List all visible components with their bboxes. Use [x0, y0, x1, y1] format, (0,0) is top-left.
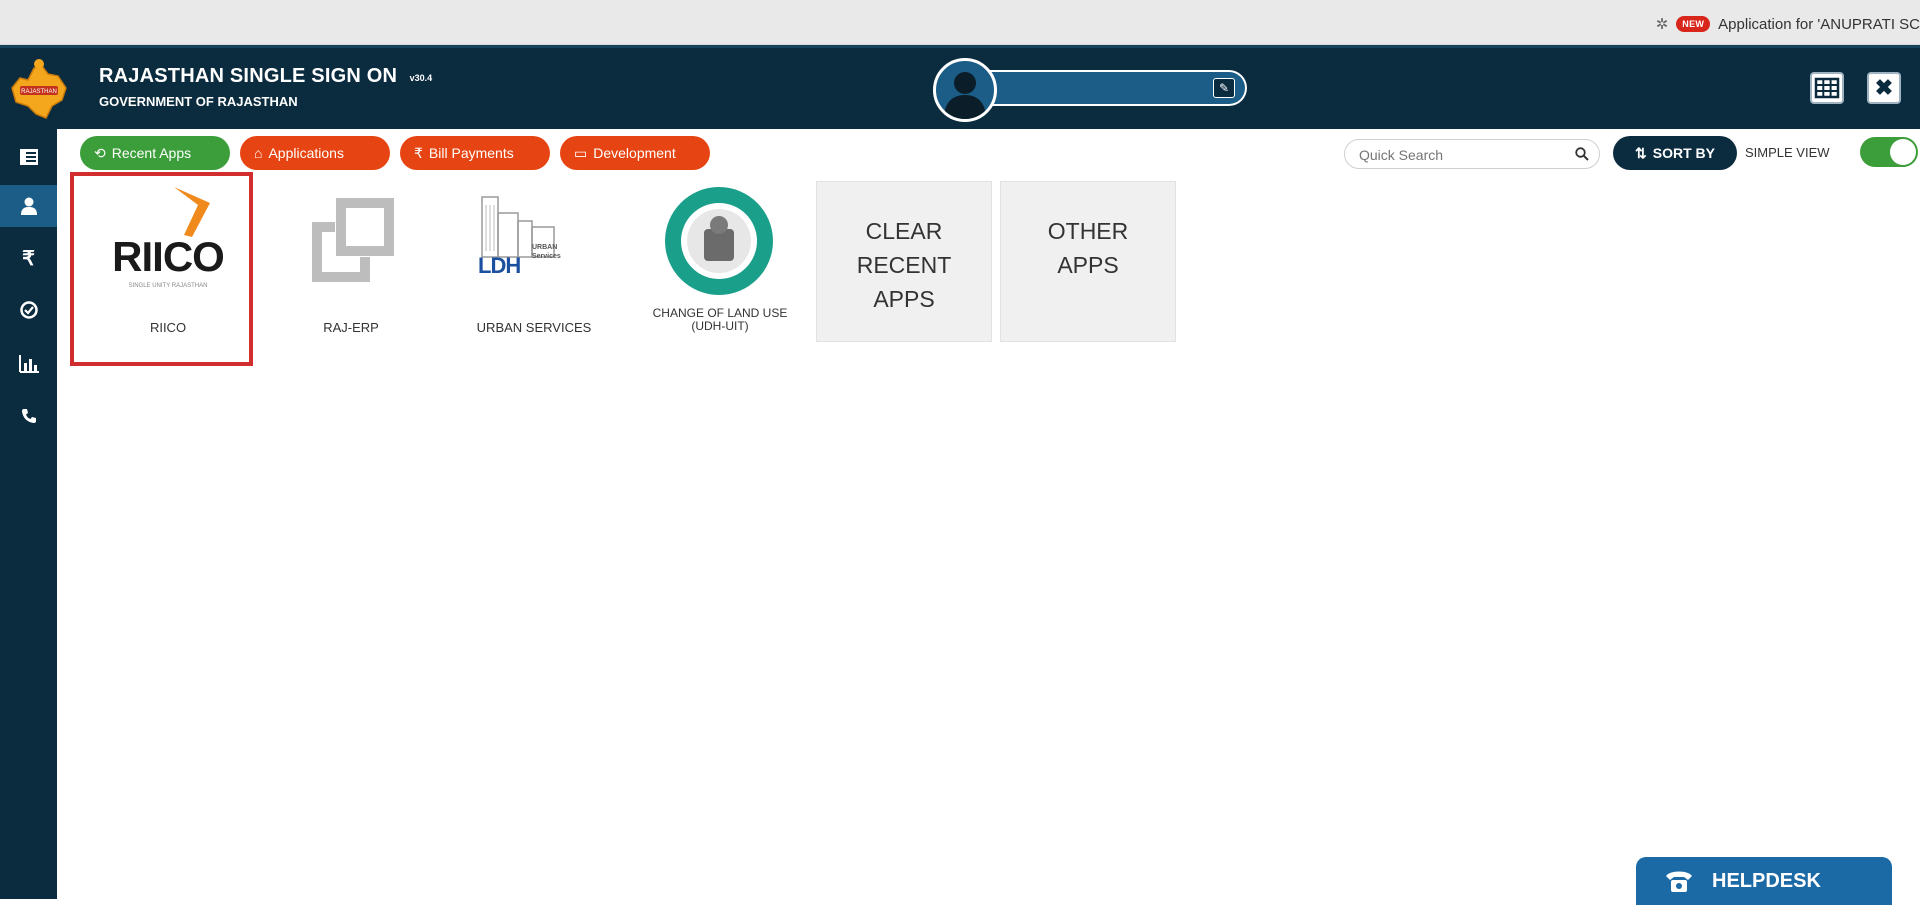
other-apps-button[interactable]: OTHER APPS [1000, 181, 1176, 342]
rupee-icon: ₹ [414, 144, 423, 161]
search-icon[interactable] [1575, 147, 1589, 161]
clear-line-3: APPS [873, 286, 935, 312]
app-title: RAJASTHAN SINGLE SIGN ON [99, 65, 398, 87]
tab-label: Recent Apps [111, 145, 192, 161]
sidebar-item-menu[interactable] [0, 136, 57, 178]
tab-recent-apps[interactable]: ⟲ Recent Apps [80, 136, 230, 170]
history-icon: ⟲ [94, 144, 106, 161]
windows-stack-icon [312, 198, 394, 282]
gear-icon: ✲ [1655, 16, 1669, 33]
user-icon [20, 197, 37, 215]
list-icon [19, 149, 38, 165]
app-name-line2: (UDH-UIT) [691, 319, 749, 333]
sort-icon: ⇅ [1635, 144, 1647, 161]
home-icon: ⌂ [254, 145, 263, 161]
clear-line-2: RECENT [856, 252, 952, 278]
tab-label: Applications [268, 145, 344, 161]
app-name: URBAN SERVICES [476, 320, 592, 335]
grid-icon [1814, 77, 1840, 99]
tab-development[interactable]: ▭ Development [560, 136, 710, 170]
tab-applications[interactable]: ⌂ Applications [240, 136, 390, 170]
highlight-box [70, 172, 253, 366]
sidebar: ₹ [0, 129, 57, 899]
sidebar-item-payments[interactable]: ₹ [0, 237, 57, 279]
search-input[interactable] [1359, 145, 1559, 165]
clear-recent-label: CLEAR RECENT APPS [817, 214, 991, 316]
other-line-2: APPS [1057, 252, 1119, 278]
tab-label: Bill Payments [428, 145, 514, 161]
new-badge: NEW [1676, 16, 1711, 32]
telephone-icon [1666, 871, 1692, 892]
avatar[interactable] [933, 58, 997, 122]
app-tile-urban-services[interactable]: LDH URBAN Services URBAN SERVICES [446, 181, 622, 342]
app-subtitle: GOVERNMENT OF RAJASTHAN [99, 94, 298, 109]
quick-search [1344, 139, 1600, 169]
brand: RAJASTHAN SINGLE SIGN ON v30.4 GOVERNMEN… [99, 65, 432, 109]
ldh-logo-text: LDH [478, 253, 521, 278]
other-apps-label: OTHER APPS [1001, 214, 1175, 282]
rajasthan-logo-icon[interactable]: RAJASTHAN [6, 54, 72, 124]
close-icon: ✖ [1874, 75, 1894, 100]
user-silhouette-icon [944, 72, 986, 119]
other-line-1: OTHER [1047, 218, 1129, 244]
phone-icon [21, 409, 36, 423]
monitor-icon: ▭ [574, 144, 588, 161]
app-grid-button[interactable] [1810, 72, 1844, 104]
udh-seal-icon [665, 187, 773, 295]
simple-view-label: SIMPLE VIEW [1745, 145, 1830, 160]
app-name: CHANGE OF LAND USE [652, 306, 788, 320]
svg-text:RAJASTHAN: RAJASTHAN [21, 89, 57, 95]
tab-label: Development [593, 145, 676, 161]
helpdesk-button[interactable]: HELPDESK [1636, 857, 1892, 905]
close-button[interactable]: ✖ [1867, 72, 1901, 104]
header: RAJASTHAN RAJASTHAN SINGLE SIGN ON v30.4… [0, 45, 1920, 129]
app-tile-change-of-land-use[interactable]: CHANGE OF LAND USE (UDH-UIT) [632, 181, 808, 342]
sort-by-button[interactable]: ⇅ SORT BY [1613, 136, 1737, 170]
helpdesk-label: HELPDESK [1712, 869, 1821, 892]
clear-recent-apps-button[interactable]: CLEAR RECENT APPS [816, 181, 992, 342]
sort-label: SORT BY [1652, 145, 1715, 161]
simple-view-toggle[interactable] [1860, 137, 1918, 167]
rupee-icon: ₹ [22, 247, 35, 270]
sidebar-item-profile[interactable] [0, 185, 57, 227]
notice-bar: ✲ NEW Application for 'ANUPRATI SC [0, 0, 1920, 45]
app-version: v30.4 [409, 72, 433, 83]
sidebar-item-status[interactable] [0, 289, 57, 331]
notice-text[interactable]: Application for 'ANUPRATI SC [1718, 16, 1920, 33]
user-name-bar[interactable]: ✎ [985, 70, 1247, 106]
clear-line-1: CLEAR [865, 218, 943, 244]
app-name: RAJ-ERP [323, 320, 379, 335]
app-tile-raj-erp[interactable]: RAJ-ERP [263, 181, 439, 342]
tab-bill-payments[interactable]: ₹ Bill Payments [400, 136, 550, 170]
bar-chart-icon [18, 355, 39, 373]
sidebar-item-reports[interactable] [0, 343, 57, 385]
notice-ticker[interactable]: ✲ NEW Application for 'ANUPRATI SC [1656, 12, 1920, 36]
edit-profile-icon[interactable]: ✎ [1213, 78, 1235, 98]
check-circle-icon [19, 301, 38, 319]
sidebar-item-contact[interactable] [0, 395, 57, 437]
ldh-logo-tag: URBAN Services [532, 244, 561, 260]
toggle-knob [1890, 139, 1916, 165]
